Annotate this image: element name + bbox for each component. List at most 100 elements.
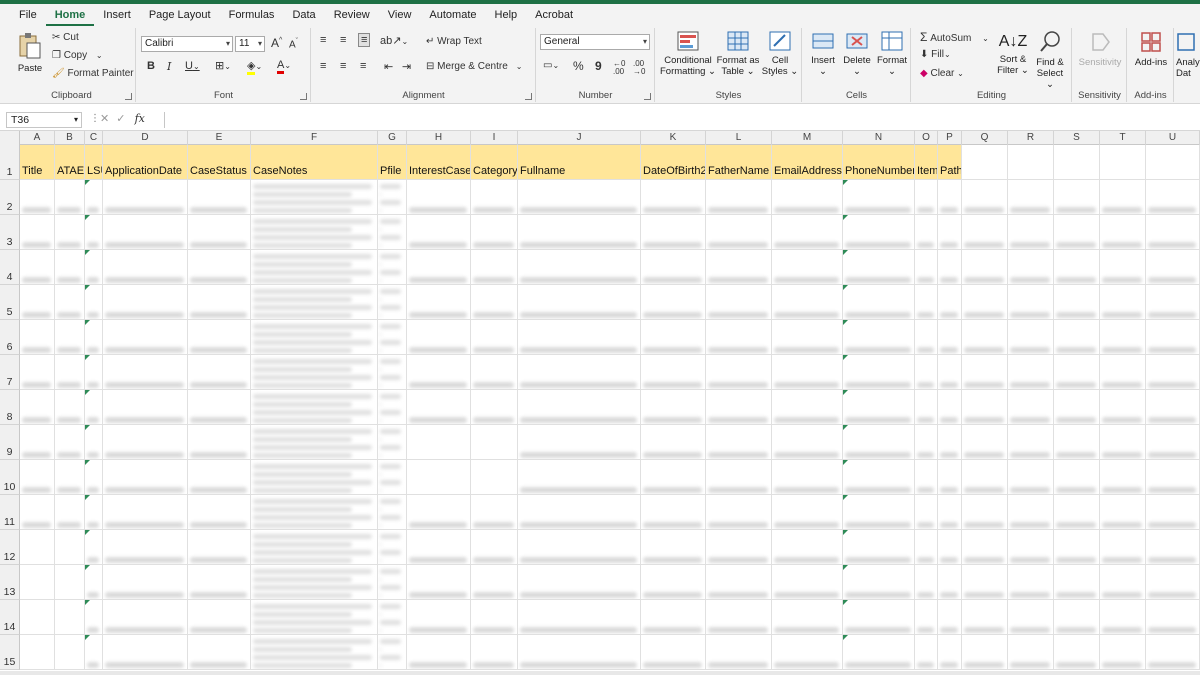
data-cell[interactable]: [1054, 355, 1100, 390]
data-cell[interactable]: [20, 425, 55, 460]
data-cell[interactable]: [55, 390, 85, 425]
data-cell[interactable]: [251, 250, 378, 285]
column-header-i[interactable]: I: [471, 131, 518, 145]
data-cell[interactable]: [378, 180, 407, 215]
data-cell[interactable]: [103, 285, 188, 320]
data-cell[interactable]: [706, 215, 772, 250]
autosum-button[interactable]: Σ AutoSum ⌄: [920, 30, 989, 44]
data-cell[interactable]: [772, 635, 843, 670]
data-cell[interactable]: [962, 460, 1008, 495]
data-cell[interactable]: [471, 320, 518, 355]
data-cell[interactable]: [20, 530, 55, 565]
data-cell[interactable]: [706, 635, 772, 670]
data-cell[interactable]: [772, 530, 843, 565]
orientation-icon[interactable]: ab↗⌄: [380, 34, 408, 47]
column-header-n[interactable]: N: [843, 131, 915, 145]
menu-tab-acrobat[interactable]: Acrobat: [526, 4, 582, 26]
data-cell[interactable]: [706, 390, 772, 425]
data-cell[interactable]: [188, 250, 251, 285]
data-cell[interactable]: [706, 600, 772, 635]
data-cell[interactable]: [518, 285, 641, 320]
data-cell[interactable]: [103, 565, 188, 600]
formula-input[interactable]: [164, 112, 1200, 128]
fill-color-button[interactable]: ◈⌄: [247, 59, 262, 75]
menu-tab-home[interactable]: Home: [45, 4, 95, 26]
header-cell[interactable]: CaseStatus: [188, 145, 251, 180]
data-cell[interactable]: [55, 530, 85, 565]
data-cell[interactable]: [772, 250, 843, 285]
data-cell[interactable]: [518, 215, 641, 250]
data-cell[interactable]: [938, 320, 962, 355]
data-cell[interactable]: [55, 600, 85, 635]
data-cell[interactable]: [1008, 320, 1054, 355]
menu-tab-view[interactable]: View: [379, 4, 421, 26]
data-cell[interactable]: [103, 600, 188, 635]
data-cell[interactable]: [251, 460, 378, 495]
data-cell[interactable]: [843, 530, 915, 565]
data-cell[interactable]: [103, 460, 188, 495]
header-cell[interactable]: Fullname: [518, 145, 641, 180]
data-cell[interactable]: [85, 635, 103, 670]
data-cell[interactable]: [471, 285, 518, 320]
data-cell[interactable]: [706, 425, 772, 460]
align-left-icon[interactable]: ≡: [320, 60, 326, 72]
column-header-e[interactable]: E: [188, 131, 251, 145]
data-cell[interactable]: [1100, 530, 1146, 565]
row-header-12[interactable]: 12: [0, 530, 20, 565]
data-cell[interactable]: [20, 285, 55, 320]
data-cell[interactable]: [1146, 320, 1200, 355]
data-cell[interactable]: [772, 600, 843, 635]
data-cell[interactable]: [85, 320, 103, 355]
decrease-indent-icon[interactable]: ⇤: [384, 60, 393, 73]
data-cell[interactable]: [1100, 600, 1146, 635]
data-cell[interactable]: [188, 460, 251, 495]
data-cell[interactable]: [518, 250, 641, 285]
percent-button[interactable]: %: [573, 59, 584, 73]
format-painter-button[interactable]: 🖌 Format Painter: [52, 68, 134, 79]
data-cell[interactable]: [1100, 250, 1146, 285]
data-cell[interactable]: [471, 390, 518, 425]
data-cell[interactable]: [641, 460, 706, 495]
data-cell[interactable]: [378, 355, 407, 390]
data-cell[interactable]: [378, 250, 407, 285]
data-cell[interactable]: [378, 600, 407, 635]
data-cell[interactable]: [772, 460, 843, 495]
data-cell[interactable]: [1054, 495, 1100, 530]
data-cell[interactable]: [938, 565, 962, 600]
header-cell[interactable]: PhoneNumber: [843, 145, 915, 180]
column-header-b[interactable]: B: [55, 131, 85, 145]
header-cell[interactable]: [1146, 145, 1200, 180]
data-cell[interactable]: [188, 425, 251, 460]
data-cell[interactable]: [20, 390, 55, 425]
data-cell[interactable]: [1146, 635, 1200, 670]
conditional-formatting-button[interactable]: Conditional Formatting ⌄: [660, 30, 716, 77]
data-cell[interactable]: [641, 180, 706, 215]
data-cell[interactable]: [378, 635, 407, 670]
data-cell[interactable]: [378, 215, 407, 250]
row-header-7[interactable]: 7: [0, 355, 20, 390]
increase-indent-icon[interactable]: ⇥: [402, 60, 411, 73]
data-cell[interactable]: [55, 495, 85, 530]
data-cell[interactable]: [641, 495, 706, 530]
data-cell[interactable]: [706, 285, 772, 320]
align-top-icon[interactable]: ≡: [320, 34, 326, 46]
align-bottom-icon[interactable]: ≡: [358, 33, 371, 47]
data-cell[interactable]: [20, 600, 55, 635]
data-cell[interactable]: [20, 250, 55, 285]
cut-button[interactable]: ✂ Cut: [52, 32, 79, 43]
row-header-4[interactable]: 4: [0, 250, 20, 285]
data-cell[interactable]: [1054, 180, 1100, 215]
menu-tab-data[interactable]: Data: [283, 4, 324, 26]
grow-font-button[interactable]: A^: [271, 36, 282, 50]
row-header-10[interactable]: 10: [0, 460, 20, 495]
column-header-o[interactable]: O: [915, 131, 938, 145]
column-header-j[interactable]: J: [518, 131, 641, 145]
data-cell[interactable]: [407, 250, 471, 285]
data-cell[interactable]: [103, 180, 188, 215]
merge-centre-button[interactable]: ⊟ Merge & Centre ⌄: [426, 61, 522, 72]
data-cell[interactable]: [55, 215, 85, 250]
data-cell[interactable]: [1146, 390, 1200, 425]
data-cell[interactable]: [251, 565, 378, 600]
formula-bar-handle-icon[interactable]: ⋮: [90, 113, 100, 124]
data-cell[interactable]: [641, 250, 706, 285]
